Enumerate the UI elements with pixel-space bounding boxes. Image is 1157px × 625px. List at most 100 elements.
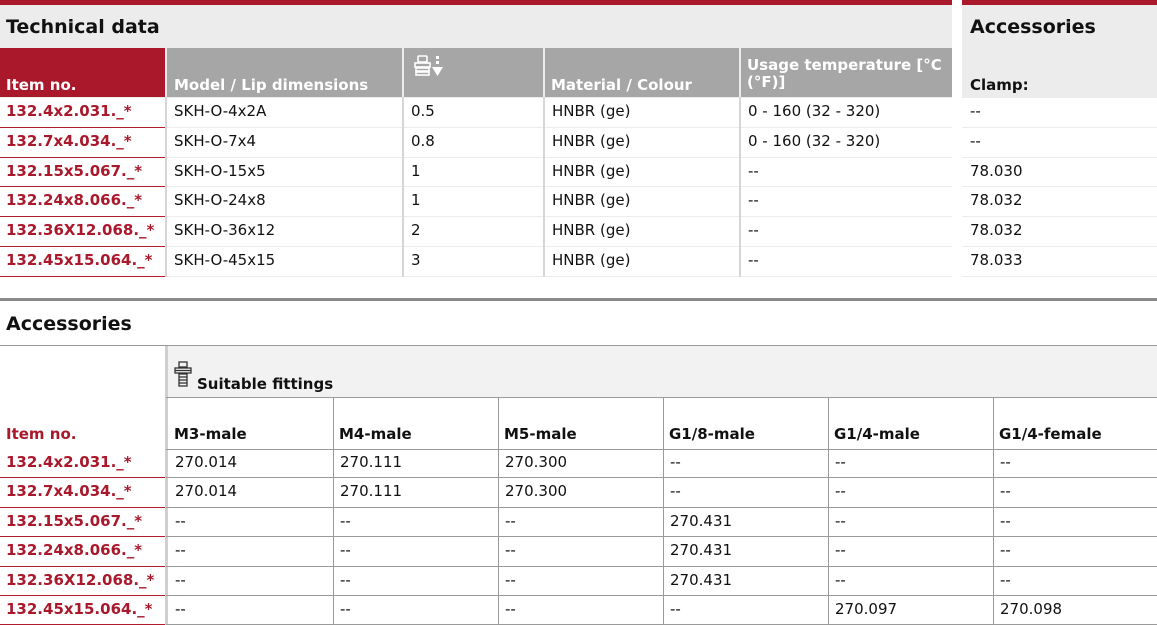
item-no-cell: 132.24x8.066._* xyxy=(0,187,165,217)
fittings-row-rule xyxy=(166,595,1157,596)
accessory-row-rule xyxy=(0,536,165,538)
fitting-column-header: M5-male xyxy=(504,425,577,443)
fitting-cell: -- xyxy=(175,511,186,530)
fitting-column-header: M3-male xyxy=(174,425,247,443)
technical-cell: 2 xyxy=(404,217,543,246)
fitting-icon xyxy=(173,361,193,395)
fitting-cell: -- xyxy=(505,541,516,560)
fittings-row-rule xyxy=(166,565,1157,567)
fitting-cell: -- xyxy=(835,541,846,560)
fitting-cell: -- xyxy=(1000,482,1011,501)
fitting-cell: -- xyxy=(1000,570,1011,589)
lifting-force-icon xyxy=(412,54,446,84)
technical-cell: 1 xyxy=(404,157,543,187)
fitting-cell: -- xyxy=(1000,511,1011,530)
technical-cell: HNBR (ge) xyxy=(545,217,739,246)
item-no-cell: 132.15x5.067._* xyxy=(0,157,165,187)
fitting-cell: -- xyxy=(505,511,516,530)
technical-cell: HNBR (ge) xyxy=(545,98,739,127)
fitting-cell: 270.431 xyxy=(670,511,733,530)
fitting-cell: 270.300 xyxy=(505,482,568,501)
fitting-cell: -- xyxy=(835,511,846,530)
suitable-fittings-label: Suitable fittings xyxy=(197,375,334,393)
clamp-cell: 78.032 xyxy=(962,187,1157,217)
fitting-column-header: G1/4-male xyxy=(834,425,920,443)
technical-cell: 3 xyxy=(404,247,543,276)
header-material: Material / Colour xyxy=(545,48,739,97)
item-no-cell: 132.45x15.064._* xyxy=(0,247,165,276)
fitting-cell: -- xyxy=(175,600,186,618)
fitting-cell: -- xyxy=(835,482,846,501)
accessory-row-rule xyxy=(0,595,165,596)
accessory-row-rule xyxy=(0,506,165,508)
fitting-cell: 270.431 xyxy=(670,541,733,560)
accessory-item-no-cell: 132.24x8.066._* xyxy=(6,541,143,560)
row-rule xyxy=(0,275,165,277)
clamp-accessories-title: Accessories xyxy=(970,16,1096,38)
fitting-cell: -- xyxy=(1000,541,1011,560)
fitting-cell: -- xyxy=(505,600,516,618)
fitting-cell: 270.431 xyxy=(670,570,733,589)
header-material-label: Material / Colour xyxy=(551,76,692,94)
accessories-item-no-header: Item no. xyxy=(6,425,77,443)
header-usage-temperature-label: Usage temperature [°C (°F)] xyxy=(747,56,942,91)
accessory-item-no-cell: 132.4x2.031._* xyxy=(6,453,132,471)
technical-cell: SKH-O-15x5 xyxy=(167,157,402,187)
header-model: Model / Lip dimensions xyxy=(167,48,402,97)
fitting-cell: -- xyxy=(175,541,186,560)
header-usage-temperature: Usage temperature [°C (°F)] xyxy=(741,48,952,97)
fitting-cell: -- xyxy=(505,570,516,589)
technical-cell: -- xyxy=(741,187,952,217)
technical-cell: 1 xyxy=(404,187,543,217)
fitting-cell: -- xyxy=(1000,453,1011,471)
accessory-row-rule xyxy=(0,477,165,479)
technical-cell: 0 - 160 (32 - 320) xyxy=(741,127,952,157)
clamp-cell: 78.032 xyxy=(962,217,1157,246)
technical-cell: HNBR (ge) xyxy=(545,247,739,276)
fitting-cell: 270.014 xyxy=(175,482,238,501)
clamp-accessories-top-bar xyxy=(962,0,1157,5)
technical-cell: -- xyxy=(741,247,952,276)
fitting-cell: -- xyxy=(670,600,681,618)
clamp-cell: 78.033 xyxy=(962,247,1157,276)
accessory-item-no-cell: 132.36X12.068._* xyxy=(6,570,155,589)
fitting-cell: -- xyxy=(340,541,351,560)
fittings-header-rule xyxy=(166,397,1157,398)
technical-cell: 0.5 xyxy=(404,98,543,127)
fittings-row-rule xyxy=(166,477,1157,479)
technical-cell: SKH-O-45x15 xyxy=(167,247,402,276)
accessory-item-no-cell: 132.45x15.064._* xyxy=(6,600,153,618)
fitting-cell: 270.111 xyxy=(340,482,403,501)
fitting-cell: -- xyxy=(340,600,351,618)
technical-cell: HNBR (ge) xyxy=(545,127,739,157)
clamp-cell: 78.030 xyxy=(962,157,1157,187)
section-divider xyxy=(0,298,1157,301)
accessory-row-rule xyxy=(0,565,165,567)
technical-cell: SKH-O-24x8 xyxy=(167,187,402,217)
technical-cell: HNBR (ge) xyxy=(545,157,739,187)
accessory-item-no-cell: 132.15x5.067._* xyxy=(6,511,143,530)
technical-data-title: Technical data xyxy=(6,16,160,38)
fitting-cell: -- xyxy=(340,511,351,530)
technical-cell: SKH-O-7x4 xyxy=(167,127,402,157)
fitting-column-header: M4-male xyxy=(339,425,412,443)
fitting-cell: -- xyxy=(835,570,846,589)
fitting-cell: -- xyxy=(670,482,681,501)
fitting-cell: 270.300 xyxy=(505,453,568,471)
fitting-cell: -- xyxy=(670,453,681,471)
technical-cell: -- xyxy=(741,217,952,246)
item-no-cell: 132.7x4.034._* xyxy=(0,127,165,157)
technical-cell: 0.8 xyxy=(404,127,543,157)
technical-cell: 0 - 160 (32 - 320) xyxy=(741,98,952,127)
fitting-column-header: G1/4-female xyxy=(999,425,1102,443)
header-model-label: Model / Lip dimensions xyxy=(174,76,369,94)
fittings-row-rule xyxy=(166,506,1157,508)
fitting-column-header: G1/8-male xyxy=(669,425,755,443)
header-force xyxy=(404,48,543,97)
clamp-cell: -- xyxy=(962,127,1157,157)
header-clamp: Clamp: xyxy=(962,48,1157,97)
technical-cell: SKH-O-36x12 xyxy=(167,217,402,246)
technical-cell: -- xyxy=(741,157,952,187)
clamp-cell: -- xyxy=(962,98,1157,127)
item-no-cell: 132.4x2.031._* xyxy=(0,98,165,127)
